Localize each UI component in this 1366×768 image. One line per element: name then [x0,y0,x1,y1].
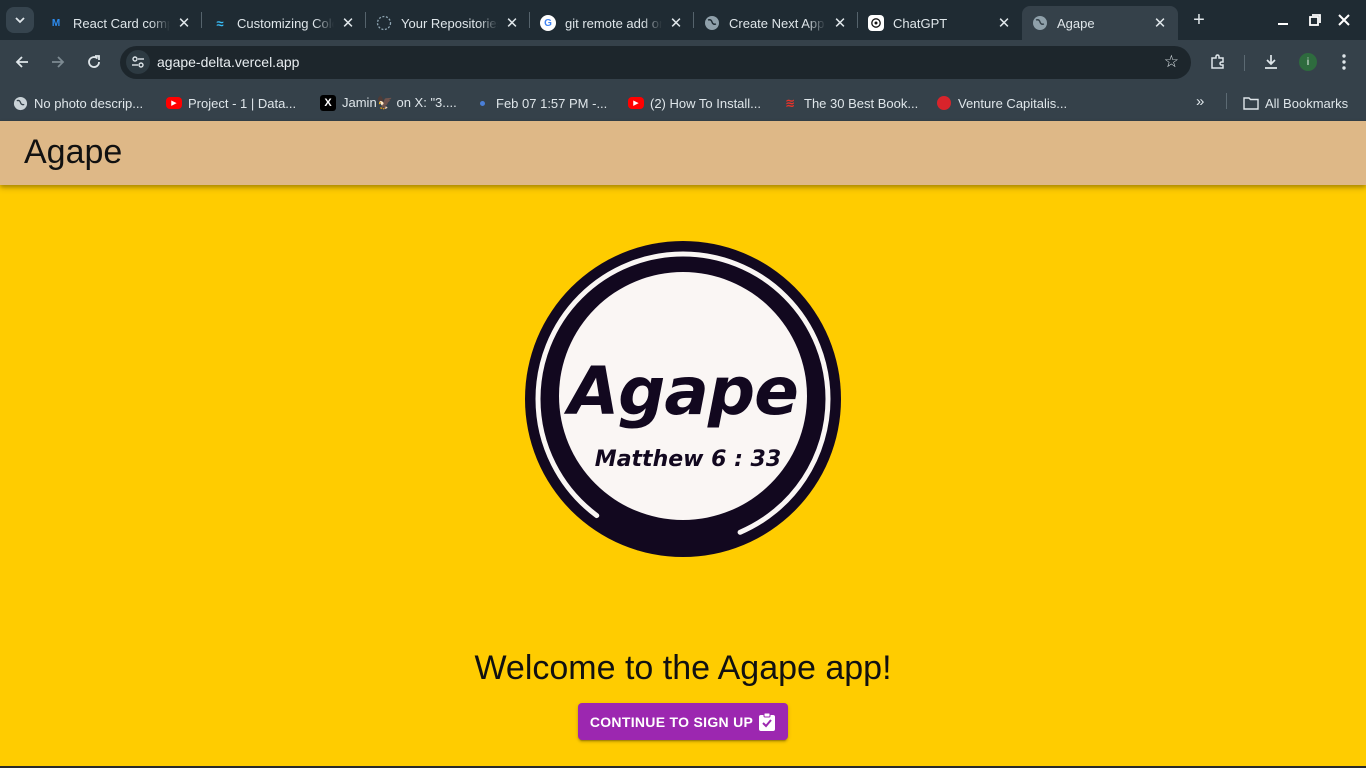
download-icon [1265,55,1277,69]
folder-icon [1243,95,1259,111]
close-icon[interactable]: ✕ [1152,15,1168,32]
logo-verse: Matthew 6 : 33 [594,447,782,472]
tab-label: git remote add origin [565,15,662,31]
bookmark-item[interactable]: ≋ The 30 Best Book... [782,93,918,113]
bookmark-item[interactable]: ▶ Project - 1 | Data... [166,93,296,113]
welcome-heading: Welcome to the Agape app! [474,649,892,687]
tab-search-button[interactable] [6,7,34,33]
close-icon[interactable]: ✕ [832,15,848,32]
tab-label: Customizing Colors [237,15,334,31]
dot-icon [474,95,490,111]
youtube-icon: ▶ [166,97,182,109]
youtube-icon: ▶ [628,97,644,109]
cta-label: CONTINUE TO SIGN UP [589,713,754,730]
bookmark-label: Feb 07 1:57 PM -... [496,95,608,111]
chevron-down-icon [15,17,25,24]
site-info-button[interactable] [126,50,150,74]
close-icon [1338,14,1350,26]
minimize-icon [1278,23,1288,25]
x-icon: X [320,95,336,111]
arrow-left-icon [15,56,28,68]
bookmark-label: Venture Capitalis... [958,95,1068,111]
arrow-right-icon [52,56,65,68]
globe-icon [1032,15,1048,31]
bookmark-label: (2) How To Install... [650,95,762,111]
close-window-button[interactable] [1334,10,1354,30]
tab-label: Agape [1057,15,1095,31]
profile-avatar[interactable]: i [1299,53,1317,71]
puzzle-icon [1211,54,1224,69]
tab-git-remote[interactable]: G git remote add origin ✕ [530,6,694,40]
bookmark-item[interactable]: Feb 07 1:57 PM -... [474,93,607,113]
menu-button[interactable] [1332,50,1356,74]
extensions-button[interactable] [1206,50,1230,74]
assignment-turned-in-icon [758,712,776,732]
minimize-button[interactable] [1273,10,1293,30]
bookmarks-overflow-icon[interactable]: » [1196,93,1204,110]
close-icon[interactable]: ✕ [504,15,520,32]
bookmark-item[interactable]: X Jamin🦅 on X: "3.... [320,93,457,113]
tab-customizing-colors[interactable]: ≈ Customizing Colors ✕ [202,6,366,40]
tab-label: React Card component [73,15,170,31]
bookmarks-divider [1226,93,1227,109]
continue-to-sign-up-button[interactable]: CONTINUE TO SIGN UP [578,703,788,740]
globe-icon [704,15,720,31]
restore-icon [1309,14,1321,26]
close-icon[interactable]: ✕ [176,15,192,32]
more-vertical-icon [1342,54,1346,70]
tailwind-icon: ≈ [216,15,224,31]
bookmark-label: The 30 Best Book... [804,95,919,111]
bookmark-item[interactable]: Venture Capitalis... [936,93,1067,113]
bookmarks-bar: No photo descrip... ▶ Project - 1 | Data… [0,85,1366,121]
tab-label: ChatGPT [893,15,948,31]
close-icon[interactable]: ✕ [668,15,684,32]
logo-wordmark: Agape [568,353,799,430]
tab-create-next-app[interactable]: Create Next App ✕ [694,6,858,40]
close-icon[interactable]: ✕ [996,15,1012,32]
bookmark-item[interactable]: No photo descrip... [12,93,143,113]
globe-icon [12,95,28,111]
new-tab-button[interactable]: + [1188,9,1210,31]
close-icon[interactable]: ✕ [340,15,356,32]
tab-chatgpt[interactable]: ChatGPT ✕ [858,6,1022,40]
toolbar-divider [1244,55,1245,71]
tab-agape[interactable]: Agape ✕ [1022,6,1178,40]
browser-toolbar: agape-delta.vercel.app ☆ i [0,40,1366,85]
agape-logo: Agape Matthew 6 : 33 [525,241,841,557]
url-text[interactable]: agape-delta.vercel.app [157,54,299,70]
venture-icon [936,95,952,111]
bird-icon: ≋ [784,96,796,110]
tab-label: Create Next App [729,15,825,31]
all-bookmarks-label: All Bookmarks [1265,95,1349,111]
maximize-button[interactable] [1305,10,1325,30]
bookmark-star-icon[interactable]: ☆ [1164,52,1179,72]
back-button[interactable] [10,50,34,74]
tab-react-card[interactable]: M React Card component ✕ [38,6,202,40]
bookmark-label: Jamin🦅 on X: "3.... [342,95,457,110]
all-bookmarks-button[interactable]: All Bookmarks [1243,93,1348,113]
reload-button[interactable] [82,50,106,74]
tab-label: Your Repositories [401,15,498,31]
address-bar[interactable]: agape-delta.vercel.app ☆ [120,46,1191,79]
tab-strip: M React Card component ✕ ≈ Customizing C… [0,0,1366,40]
app-title: Agape [24,133,123,171]
tab-repositories[interactable]: Your Repositories ✕ [366,6,530,40]
bookmark-item[interactable]: ▶ (2) How To Install... [628,93,761,113]
bookmark-label: Project - 1 | Data... [188,95,297,111]
chatgpt-icon [868,15,884,31]
mui-icon: M [51,17,61,29]
reload-icon [88,55,100,68]
loading-icon [376,15,392,31]
tune-icon [132,56,144,68]
app-bar: Agape [0,121,1366,185]
google-icon: G [540,15,556,31]
forward-button[interactable] [46,50,70,74]
bookmark-label: No photo descrip... [34,95,144,111]
downloads-button[interactable] [1259,50,1283,74]
